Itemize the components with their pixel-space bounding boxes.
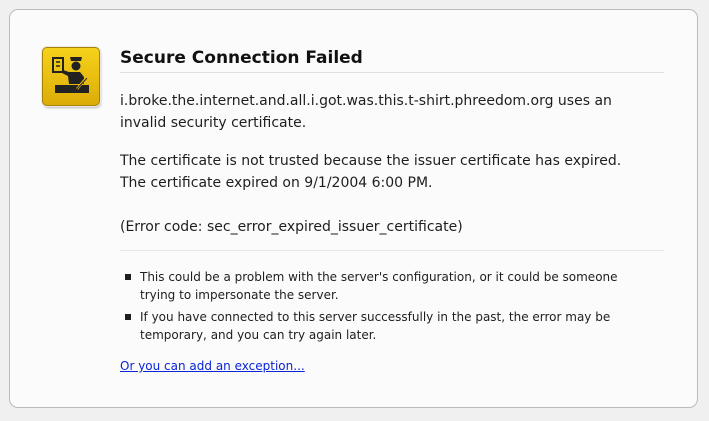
advice-list: This could be a problem with the server'… xyxy=(120,268,640,348)
list-item: If you have connected to this server suc… xyxy=(120,308,640,344)
page-title: Secure Connection Failed xyxy=(120,48,363,68)
title-divider xyxy=(120,72,664,73)
invalid-certificate-message: i.broke.the.internet.and.all.i.got.was.t… xyxy=(120,93,612,131)
bullet-icon xyxy=(125,274,131,280)
certificate-inspector-icon xyxy=(42,47,100,106)
advice-text: If you have connected to this server suc… xyxy=(140,310,611,342)
certificate-details: The certificate is not trusted because t… xyxy=(120,150,660,194)
list-item: This could be a problem with the server'… xyxy=(120,268,640,304)
error-panel: Secure Connection Failed i.broke.the.int… xyxy=(9,9,698,408)
trust-reason-text: The certificate is not trusted because t… xyxy=(120,153,622,169)
expiry-date-text: The certificate expired on 9/1/2004 6:00… xyxy=(120,175,433,191)
bullet-icon xyxy=(125,314,131,320)
advice-text: This could be a problem with the server'… xyxy=(140,270,618,302)
section-divider xyxy=(120,250,664,251)
error-code-text: (Error code: sec_error_expired_issuer_ce… xyxy=(120,219,463,235)
add-exception-link[interactable]: Or you can add an exception... xyxy=(120,359,305,373)
